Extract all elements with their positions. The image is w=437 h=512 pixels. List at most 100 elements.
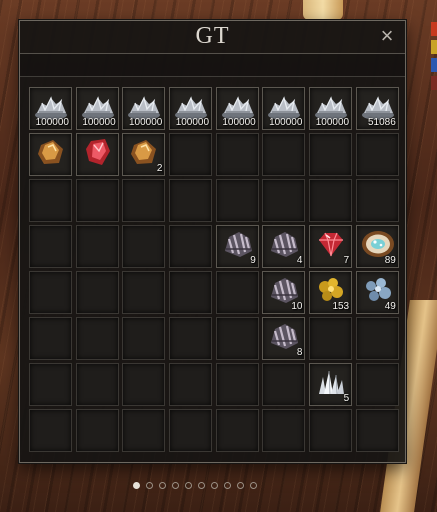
page-dot[interactable] bbox=[172, 482, 179, 489]
empty-inventory-slot[interactable] bbox=[169, 179, 213, 222]
item-count: 100000 bbox=[222, 117, 256, 128]
item-count: 49 bbox=[384, 301, 396, 312]
inventory-slot[interactable]: 10 bbox=[262, 271, 306, 314]
item-count: 100000 bbox=[175, 117, 210, 128]
empty-inventory-slot[interactable] bbox=[122, 225, 166, 268]
wooden-beam bbox=[303, 0, 343, 20]
inventory-slot[interactable]: 100000 bbox=[29, 87, 72, 130]
page-dot[interactable] bbox=[146, 482, 153, 489]
inventory-slot[interactable]: 8 bbox=[262, 317, 306, 360]
empty-inventory-slot[interactable] bbox=[309, 179, 353, 222]
empty-inventory-slot[interactable] bbox=[215, 317, 259, 360]
empty-inventory-slot[interactable] bbox=[355, 363, 399, 406]
empty-inventory-slot[interactable] bbox=[169, 133, 213, 176]
empty-inventory-slot[interactable] bbox=[122, 409, 166, 452]
empty-inventory-slot[interactable] bbox=[262, 179, 306, 222]
empty-inventory-slot[interactable] bbox=[169, 225, 213, 268]
empty-inventory-slot[interactable] bbox=[262, 133, 306, 176]
item-count: 2 bbox=[156, 163, 163, 174]
empty-inventory-slot[interactable] bbox=[75, 409, 119, 452]
empty-inventory-slot[interactable] bbox=[75, 363, 119, 406]
empty-inventory-slot[interactable] bbox=[355, 179, 399, 222]
inventory-slot[interactable]: 49 bbox=[355, 271, 399, 314]
empty-inventory-slot[interactable] bbox=[215, 363, 259, 406]
item-count: 10 bbox=[291, 301, 303, 312]
empty-inventory-slot[interactable] bbox=[309, 317, 353, 360]
empty-inventory-slot[interactable] bbox=[29, 225, 72, 268]
inventory-grid: 100000 100000 100000 100000 100000 100000 1000… bbox=[29, 87, 399, 452]
inventory-slot[interactable] bbox=[29, 133, 72, 176]
inventory-slot[interactable]: 100000 bbox=[262, 87, 306, 130]
item-count: 89 bbox=[384, 255, 396, 266]
empty-inventory-slot[interactable] bbox=[169, 317, 213, 360]
side-swatch bbox=[431, 58, 437, 72]
empty-inventory-slot[interactable] bbox=[355, 317, 399, 360]
inventory-slot[interactable]: 100000 bbox=[169, 87, 213, 130]
empty-inventory-slot[interactable] bbox=[262, 363, 306, 406]
empty-inventory-slot[interactable] bbox=[169, 409, 213, 452]
side-swatch bbox=[431, 22, 437, 36]
inventory-slot[interactable]: 100000 bbox=[309, 87, 353, 130]
empty-inventory-slot[interactable] bbox=[122, 317, 166, 360]
window-subheader bbox=[20, 54, 405, 77]
inventory-slot[interactable]: 51086 bbox=[355, 87, 399, 130]
empty-inventory-slot[interactable] bbox=[169, 271, 213, 314]
page-dot[interactable] bbox=[211, 482, 218, 489]
item-count: 100000 bbox=[129, 117, 163, 128]
empty-inventory-slot[interactable] bbox=[75, 317, 119, 360]
empty-inventory-slot[interactable] bbox=[215, 133, 259, 176]
empty-inventory-slot[interactable] bbox=[309, 133, 353, 176]
empty-inventory-slot[interactable] bbox=[309, 409, 353, 452]
empty-inventory-slot[interactable] bbox=[75, 271, 119, 314]
inventory-slot[interactable]: 4 bbox=[262, 225, 306, 268]
inventory-slot[interactable]: 100000 bbox=[215, 87, 259, 130]
inventory-slot[interactable]: 89 bbox=[355, 225, 399, 268]
inventory-slot[interactable]: 7 bbox=[309, 225, 353, 268]
empty-inventory-slot[interactable] bbox=[29, 409, 72, 452]
empty-inventory-slot[interactable] bbox=[262, 409, 306, 452]
empty-inventory-slot[interactable] bbox=[29, 317, 72, 360]
inventory-window: GT × 100000 100000 100000 100000 100000 10000… bbox=[19, 20, 406, 463]
empty-inventory-slot[interactable] bbox=[215, 409, 259, 452]
side-swatch bbox=[431, 40, 437, 54]
item-count: 5 bbox=[343, 393, 350, 404]
item-count: 100000 bbox=[82, 117, 116, 128]
item-count: 4 bbox=[296, 255, 303, 266]
page-dot[interactable] bbox=[250, 482, 257, 489]
page-dot[interactable] bbox=[224, 482, 231, 489]
empty-inventory-slot[interactable] bbox=[29, 179, 72, 222]
empty-inventory-slot[interactable] bbox=[355, 133, 399, 176]
window-title: GT bbox=[195, 23, 230, 49]
inventory-slot[interactable]: 5 bbox=[309, 363, 353, 406]
empty-inventory-slot[interactable] bbox=[215, 271, 259, 314]
empty-inventory-slot[interactable] bbox=[29, 363, 72, 406]
item-count: 100000 bbox=[35, 117, 69, 128]
item-count: 51086 bbox=[368, 117, 396, 128]
item-count: 8 bbox=[296, 347, 303, 358]
page-dot[interactable] bbox=[237, 482, 244, 489]
inventory-slot[interactable]: 100000 bbox=[122, 87, 166, 130]
side-color-tabs bbox=[431, 22, 437, 94]
item-count: 7 bbox=[343, 255, 350, 266]
empty-inventory-slot[interactable] bbox=[75, 179, 119, 222]
inventory-slot[interactable]: 153 bbox=[309, 271, 353, 314]
empty-inventory-slot[interactable] bbox=[29, 271, 72, 314]
item-count: 153 bbox=[332, 301, 350, 312]
page-dot[interactable] bbox=[185, 482, 192, 489]
empty-inventory-slot[interactable] bbox=[122, 271, 166, 314]
side-swatch bbox=[431, 76, 437, 90]
inventory-slot[interactable]: 9 bbox=[215, 225, 259, 268]
close-icon[interactable]: × bbox=[378, 25, 396, 47]
inventory-slot[interactable]: 100000 bbox=[75, 87, 119, 130]
page-dot[interactable] bbox=[133, 482, 140, 489]
empty-inventory-slot[interactable] bbox=[215, 179, 259, 222]
page-dot[interactable] bbox=[159, 482, 166, 489]
inventory-slot[interactable] bbox=[75, 133, 119, 176]
empty-inventory-slot[interactable] bbox=[169, 363, 213, 406]
empty-inventory-slot[interactable] bbox=[75, 225, 119, 268]
page-dot[interactable] bbox=[198, 482, 205, 489]
empty-inventory-slot[interactable] bbox=[355, 409, 399, 452]
inventory-slot[interactable]: 2 bbox=[122, 133, 166, 176]
empty-inventory-slot[interactable] bbox=[122, 179, 166, 222]
empty-inventory-slot[interactable] bbox=[122, 363, 166, 406]
